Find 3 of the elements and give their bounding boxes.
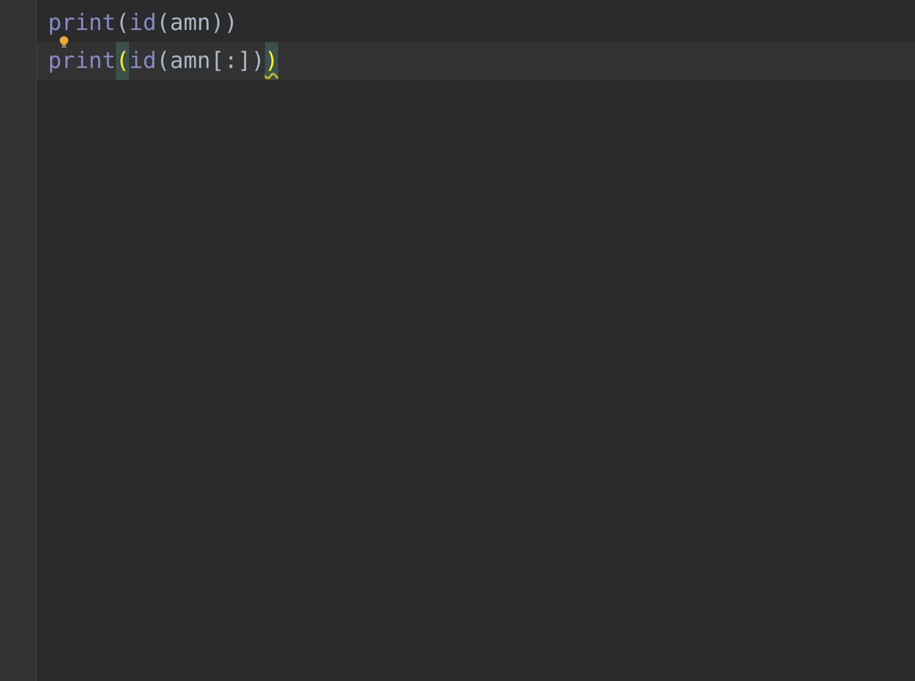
code-line: print(id(amn)) <box>48 12 238 34</box>
lightbulb-icon[interactable] <box>59 36 69 49</box>
code-line: print(id(amn[:])) <box>48 42 278 80</box>
